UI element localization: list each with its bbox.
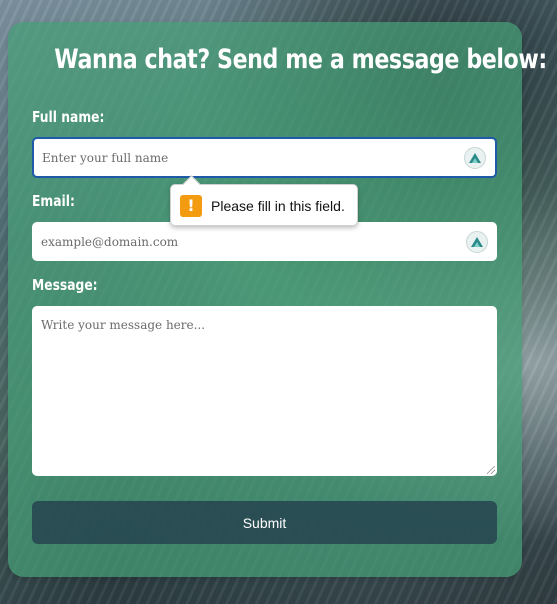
message-textarea[interactable] [32,306,497,476]
contact-form-card: Wanna chat? Send me a message below: Ful… [8,22,547,577]
resize-grip-icon[interactable] [487,466,495,474]
password-manager-icon[interactable] [464,146,486,169]
validation-tooltip: ! Please fill in this field. [170,175,358,226]
full-name-field-wrapper [32,137,497,178]
form-title: Wanna chat? Send me a message below: [54,44,547,75]
message-field-wrapper [32,306,497,476]
email-field-wrapper [32,222,497,261]
full-name-input[interactable] [34,139,495,176]
validation-message: Please fill in this field. [211,198,345,214]
email-label: Email: [32,192,75,210]
submit-button[interactable]: Submit [32,501,497,544]
password-manager-icon[interactable] [466,230,488,253]
warning-icon: ! [180,195,202,217]
full-name-label: Full name: [32,108,105,126]
email-input[interactable] [32,222,497,261]
message-label: Message: [32,276,98,294]
